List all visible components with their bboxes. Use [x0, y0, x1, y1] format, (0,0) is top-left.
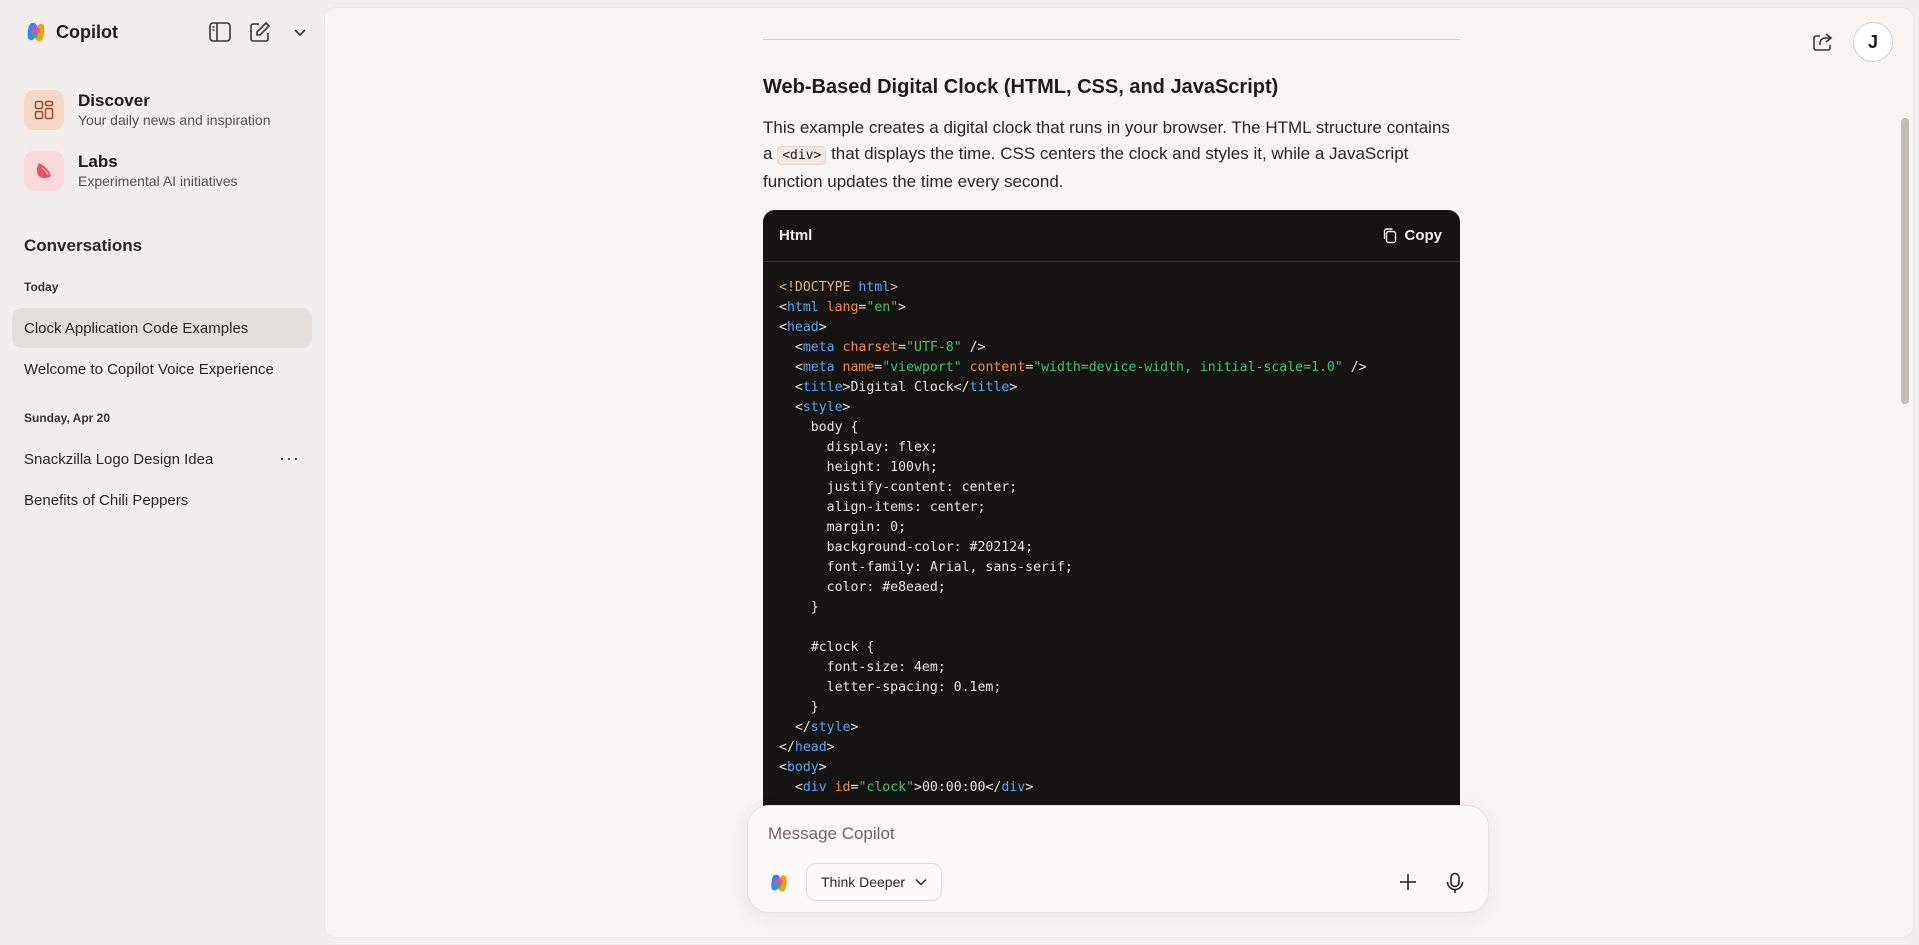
code-line: } — [779, 700, 819, 715]
code-line: <meta charset="UTF-8" /> — [779, 340, 986, 355]
app-name: Copilot — [56, 21, 118, 42]
code-line: font-size: 4em; — [779, 660, 946, 675]
nav-labs-title: Labs — [78, 152, 118, 171]
code-line: <title>Digital Clock</title> — [779, 380, 1018, 395]
code-line: color: #e8eaed; — [779, 580, 946, 595]
code-line: height: 100vh; — [779, 460, 938, 475]
think-deeper-button[interactable]: Think Deeper — [806, 863, 943, 901]
message-input[interactable]: Message Copilot — [768, 824, 895, 844]
inline-code: <div> — [777, 146, 827, 165]
conversation-item[interactable]: Clock Application Code Examples — [12, 308, 312, 348]
labs-flask-icon — [24, 151, 64, 191]
copilot-logo-icon — [27, 23, 45, 41]
code-line: body { — [779, 420, 859, 435]
group-label-today: Today — [24, 280, 59, 294]
header-actions: J — [1811, 22, 1893, 62]
message-heading: Web-Based Digital Clock (HTML, CSS, and … — [763, 76, 1279, 98]
sidebar-toggle-icon[interactable] — [208, 20, 232, 44]
message-paragraph: This example creates a digital clock tha… — [763, 115, 1460, 195]
nav-discover[interactable]: Discover Your daily news and inspiration — [24, 90, 271, 130]
chevron-down-icon[interactable] — [288, 20, 312, 44]
conversations-heading: Conversations — [24, 236, 143, 255]
code-block-header: Html Copy — [763, 210, 1460, 262]
code-line: #clock { — [779, 640, 875, 655]
code-line: <style> — [779, 400, 851, 415]
discover-grid-icon — [24, 90, 64, 130]
message-divider — [763, 39, 1460, 40]
mode-label: Think Deeper — [821, 874, 906, 890]
nav-labs-subtitle: Experimental AI initiatives — [78, 173, 238, 189]
code-content: <!DOCTYPE html> <html lang="en"> <head> <m… — [763, 262, 1460, 798]
code-block: Html Copy <!DOCTYPE html> <html lang="en"… — [763, 210, 1460, 830]
code-line: align-items: center; — [779, 500, 986, 515]
code-line: </style> — [779, 720, 859, 735]
add-attachment-icon[interactable] — [1398, 872, 1418, 897]
code-line: <div id="clock">00:00:00</div> — [779, 780, 1034, 795]
conversation-title: Clock Application Code Examples — [24, 319, 249, 337]
code-line: margin: 0; — [779, 520, 907, 535]
copy-label: Copy — [1404, 227, 1443, 244]
copy-button[interactable]: Copy — [1383, 227, 1443, 244]
conversation-title: Benefits of Chili Peppers — [24, 491, 189, 509]
conversation-title: Welcome to Copilot Voice Experience — [24, 360, 274, 378]
code-line: letter-spacing: 0.1em; — [779, 680, 1002, 695]
copilot-logo-icon — [771, 874, 787, 892]
new-chat-icon[interactable] — [248, 20, 272, 44]
copy-icon — [1383, 227, 1396, 243]
code-line: <head> — [779, 320, 827, 335]
share-icon[interactable] — [1811, 30, 1835, 54]
scrollbar-thumb[interactable] — [1901, 118, 1909, 404]
assistant-message: Web-Based Digital Clock (HTML, CSS, and … — [763, 76, 1460, 195]
conversation-item[interactable]: Snackzilla Logo Design Idea ··· — [12, 439, 312, 479]
code-line: <body> — [779, 760, 827, 775]
code-line: display: flex; — [779, 440, 938, 455]
nav-discover-subtitle: Your daily news and inspiration — [78, 112, 271, 128]
code-line: </head> — [779, 740, 835, 755]
nav-discover-title: Discover — [78, 91, 150, 110]
code-line: } — [779, 600, 819, 615]
code-line: <!DOCTYPE html> — [779, 280, 899, 295]
more-options-icon[interactable]: ··· — [279, 448, 300, 469]
message-composer: Message Copilot Think Deeper — [747, 805, 1489, 913]
code-language-label: Html — [779, 227, 813, 244]
sidebar-toolbar — [208, 20, 312, 44]
code-line: <meta name="viewport" content="width=dev… — [779, 360, 1367, 375]
chevron-down-icon — [915, 878, 927, 886]
chat-panel: J Web-Based Digital Clock (HTML, CSS, an… — [324, 7, 1914, 938]
sidebar: Copilot Discover Your daily news and ins… — [0, 0, 324, 945]
conversation-title: Snackzilla Logo Design Idea — [24, 450, 214, 468]
paragraph-text: that displays the time. CSS centers the … — [763, 144, 1409, 191]
conversation-item[interactable]: Benefits of Chili Peppers — [12, 480, 312, 520]
group-label-sunday: Sunday, Apr 20 — [24, 411, 111, 425]
microphone-icon[interactable] — [1446, 872, 1464, 899]
avatar[interactable]: J — [1853, 22, 1893, 62]
nav-labs[interactable]: Labs Experimental AI initiatives — [24, 151, 238, 191]
code-line: justify-content: center; — [779, 480, 1018, 495]
copilot-brand[interactable]: Copilot — [24, 20, 118, 44]
code-line: background-color: #202124; — [779, 540, 1034, 555]
code-line: font-family: Arial, sans-serif; — [779, 560, 1073, 575]
conversation-item[interactable]: Welcome to Copilot Voice Experience — [12, 349, 312, 389]
code-line: <html lang="en"> — [779, 300, 907, 315]
